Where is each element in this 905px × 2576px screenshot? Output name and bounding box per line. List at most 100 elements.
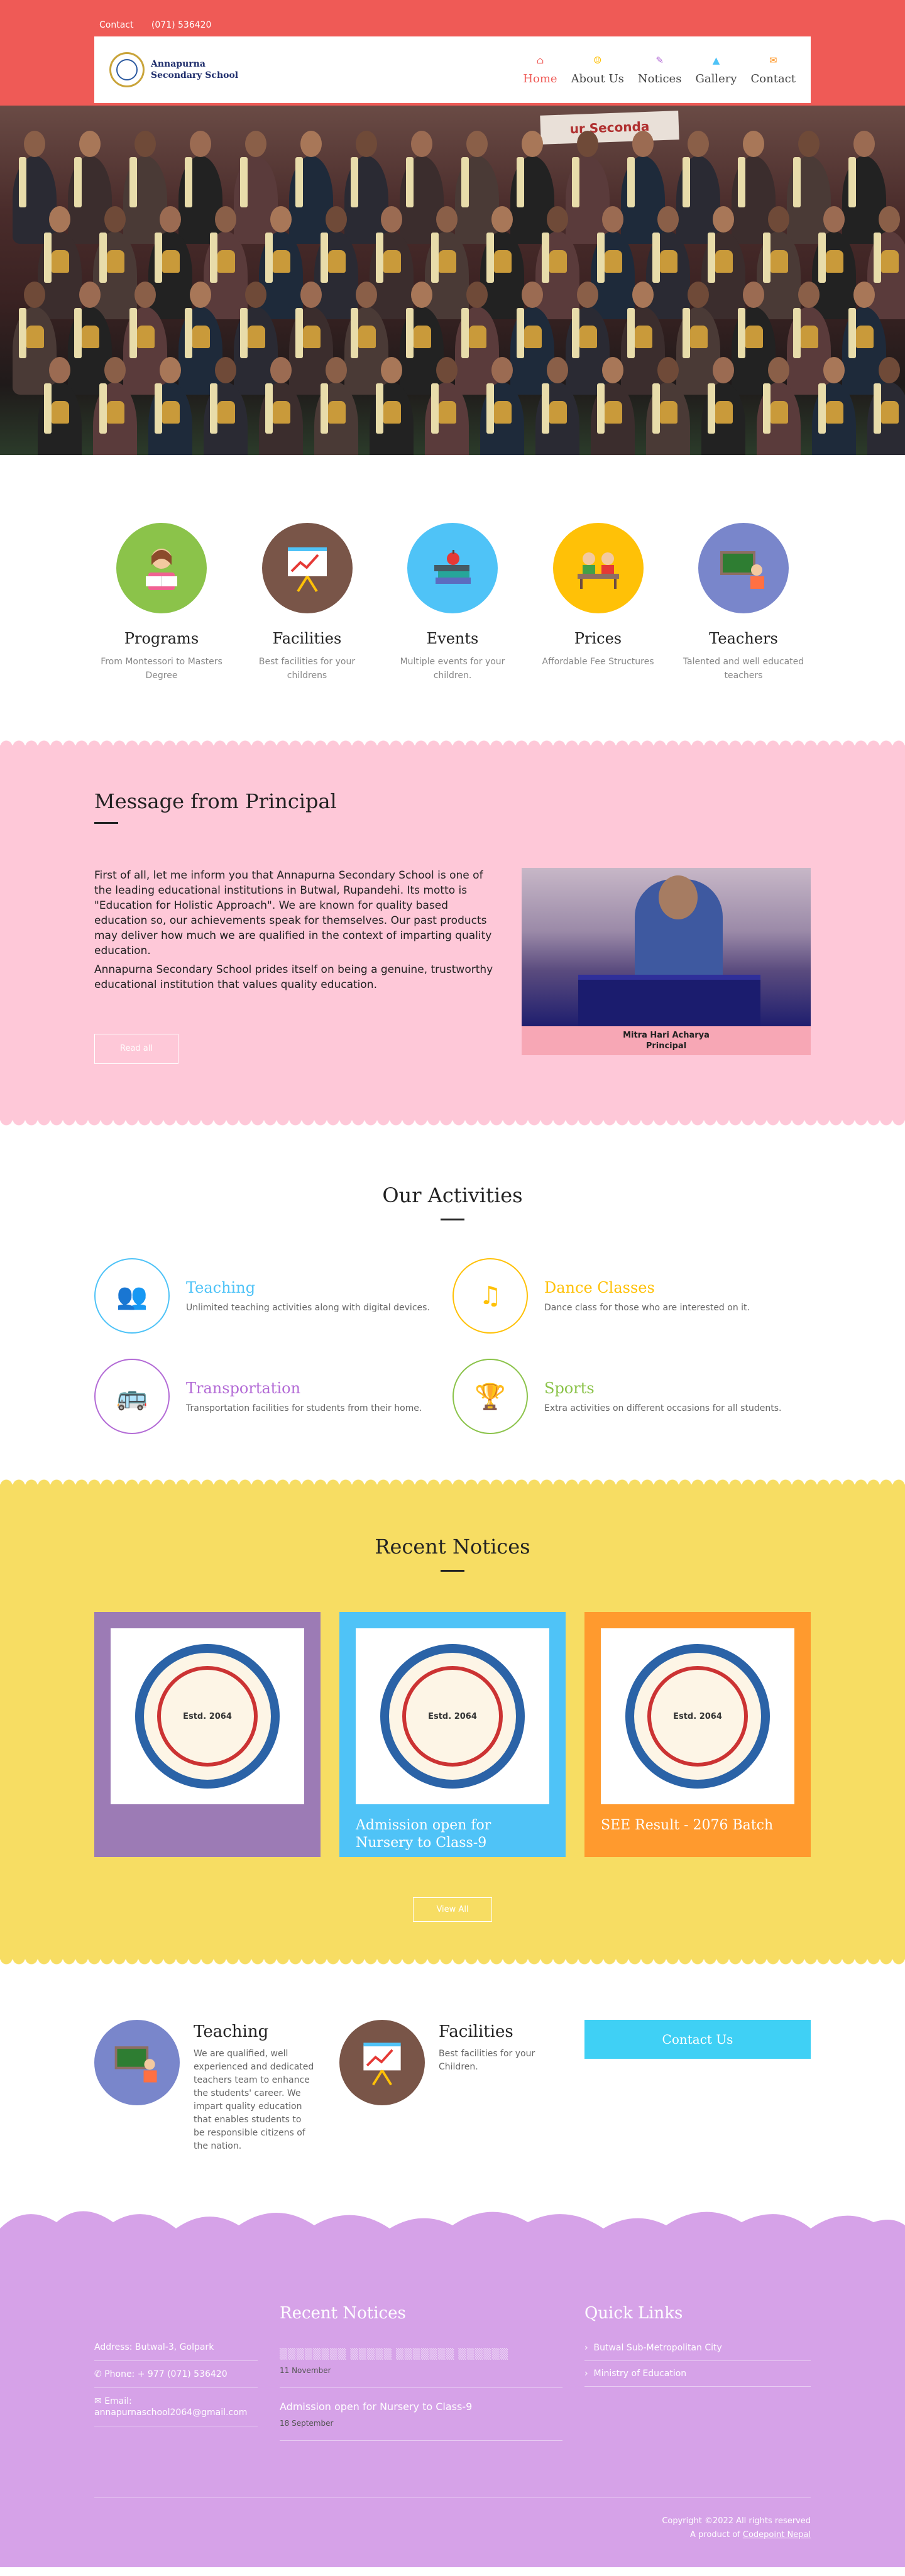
hero-crowd <box>0 106 905 455</box>
chart-board-icon <box>261 523 353 613</box>
principal-role: Principal <box>645 1041 687 1051</box>
codepoint-link[interactable]: Codepoint Nepal <box>743 2530 811 2540</box>
nav-home[interactable]: ⌂ Home <box>523 55 557 85</box>
envelope-icon: ✉ <box>769 54 777 66</box>
footer-notice-item[interactable]: ▒▒▒▒▒▒▒▒ ▒▒▒▒▒ ▒▒▒▒▒▒▒ ▒▒▒▒▒▒ 11 Novembe… <box>280 2335 562 2388</box>
activity-teaching[interactable]: 👥 Teaching Unlimited teaching activities… <box>94 1258 452 1334</box>
view-all-button[interactable]: View All <box>413 1897 492 1922</box>
cloud-border <box>0 2211 905 2254</box>
teacher-board-icon <box>698 523 789 613</box>
feature-title: Teachers <box>709 630 778 647</box>
activity-dance[interactable]: ♫ Dance Classes Dance class for those wh… <box>452 1258 811 1334</box>
reading-girl-icon <box>116 523 207 613</box>
activity-text: Transportation facilities for students f… <box>186 1403 422 1413</box>
activity-title: Dance Classes <box>544 1279 655 1296</box>
teacher-board-icon <box>94 2020 180 2105</box>
nav-about-us[interactable]: ☺ About Us <box>571 55 624 85</box>
read-all-button[interactable]: Read all <box>94 1034 178 1064</box>
chart-board-icon <box>339 2020 425 2105</box>
students-desk-icon <box>552 523 644 613</box>
principal-heading: Message from Principal <box>94 789 337 813</box>
nav-notices[interactable]: ✎ Notices <box>638 55 682 85</box>
notice-card[interactable]: Estd. 2064 <box>94 1612 321 1857</box>
edit-icon: ✎ <box>655 54 664 66</box>
footer-email[interactable]: ✉ Email: annapurnaschool2064@gmail.com <box>94 2388 258 2426</box>
feature-prices[interactable]: Prices Affordable Fee Structures <box>531 523 666 682</box>
chevron-right-icon: › <box>584 2343 594 2353</box>
feature-text: Affordable Fee Structures <box>542 657 654 667</box>
footer-notice-item[interactable]: Admission open for Nursery to Class-9 18… <box>280 2388 562 2441</box>
principal-para-2: Annapurna Secondary School prides itself… <box>94 963 493 991</box>
principal-section: Message from Principal First of all, let… <box>0 738 905 1128</box>
notices-heading: Recent Notices <box>375 1535 530 1559</box>
principal-para-1: First of all, let me inform you that Ann… <box>94 869 492 957</box>
activities-heading: Our Activities <box>382 1183 523 1207</box>
quick-link[interactable]: › Ministry of Education <box>584 2361 811 2387</box>
feature-events[interactable]: Events Multiple events for your children… <box>385 523 520 682</box>
feature-facilities[interactable]: Facilities Best facilities for your chil… <box>240 523 375 682</box>
school-seal-image: Estd. 2064 <box>601 1628 794 1804</box>
envelope-icon: ✉ <box>94 2396 105 2406</box>
nav-gallery[interactable]: ▲ Gallery <box>695 55 737 85</box>
bus-icon: 🚌 <box>94 1359 170 1434</box>
contact-us-button[interactable]: Contact Us <box>584 2020 811 2059</box>
info-facilities: Facilities Best facilities for your Chil… <box>339 2020 559 2105</box>
feature-programs[interactable]: Programs From Montessori to Masters Degr… <box>94 523 229 682</box>
brand-name: Annapurna Secondary School <box>151 59 239 80</box>
books-apple-icon <box>407 523 498 613</box>
notice-card[interactable]: Estd. 2064 Admission open for Nursery to… <box>339 1612 566 1857</box>
footer-contact: Address: Butwal-3, Golpark ✆ Phone: + 97… <box>94 2304 258 2441</box>
notice-title: SEE Result - 2076 Batch <box>601 1817 774 1833</box>
feature-text: Talented and well educated teachers <box>683 657 804 681</box>
principal-photo-card: Mitra Hari Acharya Principal <box>522 868 811 1064</box>
notice-title: Admission open for Nursery to Class-9 <box>356 1817 491 1851</box>
users-icon: ☺ <box>593 54 602 66</box>
trophy-icon: 🏆 <box>452 1359 528 1434</box>
phone-icon: ✆ <box>94 2369 105 2379</box>
feature-text: Multiple events for your children. <box>400 657 505 681</box>
top-bar: Contact (071) 536420 Annapurna Secondary… <box>0 0 905 106</box>
nav-contact[interactable]: ✉ Contact <box>751 55 796 85</box>
feature-teachers[interactable]: Teachers Talented and well educated teac… <box>676 523 811 682</box>
activity-title: Teaching <box>186 1279 256 1296</box>
footer-phone[interactable]: ✆ Phone: + 977 (071) 536420 <box>94 2361 258 2388</box>
contact-phone[interactable]: (071) 536420 <box>151 20 212 30</box>
principal-name: Mitra Hari Acharya <box>623 1031 710 1040</box>
activities-section: Our Activities 👥 Teaching Unlimited teac… <box>0 1121 905 1484</box>
notice-card[interactable]: Estd. 2064 SEE Result - 2076 Batch <box>584 1612 811 1857</box>
activity-text: Extra activities on different occasions … <box>544 1403 782 1413</box>
activity-title: Transportation <box>186 1379 301 1397</box>
principal-photo <box>522 868 811 1026</box>
activity-text: Unlimited teaching activities along with… <box>186 1303 430 1313</box>
school-seal-logo <box>109 52 145 87</box>
hero-group-photo: ur Seconda <box>0 106 905 455</box>
features-section: Programs From Montessori to Masters Degr… <box>0 455 905 745</box>
footer: Address: Butwal-3, Golpark ✆ Phone: + 97… <box>0 2211 905 2567</box>
footer-notice-title: ▒▒▒▒▒▒▒▒ ▒▒▒▒▒ ▒▒▒▒▒▒▒ ▒▒▒▒▒▒ <box>280 2348 509 2360</box>
feature-text: Best facilities for your childrens <box>258 657 356 681</box>
footer-address: Address: Butwal-3, Golpark <box>94 2334 258 2361</box>
school-seal-image: Estd. 2064 <box>356 1628 549 1804</box>
info-title: Facilities <box>439 2022 513 2041</box>
brand-logo-link[interactable]: Annapurna Secondary School <box>109 52 238 87</box>
info-teaching: Teaching We are qualified, well experien… <box>94 2020 314 2153</box>
principal-message: First of all, let me inform you that Ann… <box>94 868 503 1064</box>
activity-text: Dance class for those who are interested… <box>544 1303 750 1313</box>
info-text: We are qualified, well experienced and d… <box>194 2049 314 2151</box>
school-seal-image: Estd. 2064 <box>111 1628 304 1804</box>
chevron-right-icon: › <box>584 2369 594 2379</box>
activity-sports[interactable]: 🏆 Sports Extra activities on different o… <box>452 1359 811 1434</box>
footer-notices: Recent Notices ▒▒▒▒▒▒▒▒ ▒▒▒▒▒ ▒▒▒▒▒▒▒ ▒▒… <box>280 2304 562 2441</box>
copyright: Copyright ©2022 All rights reserved A pr… <box>94 2497 811 2542</box>
footer-notice-date: 11 November <box>280 2366 331 2375</box>
notices-section: Recent Notices Estd. 2064 Estd. 2064 Adm… <box>0 1477 905 1967</box>
main-menu: ⌂ Home ☺ About Us ✎ Notices ▲ Gallery ✉ <box>523 55 796 85</box>
footer-quick-links: Quick Links › Butwal Sub-Metropolitan Ci… <box>584 2304 811 2441</box>
info-title: Teaching <box>194 2022 269 2041</box>
users-icon: 👥 <box>94 1258 170 1334</box>
feature-text: From Montessori to Masters Degree <box>101 657 222 681</box>
footer-notice-date: 18 September <box>280 2419 334 2428</box>
activity-transportation[interactable]: 🚌 Transportation Transportation faciliti… <box>94 1359 452 1434</box>
quick-link[interactable]: › Butwal Sub-Metropolitan City <box>584 2335 811 2361</box>
music-icon: ♫ <box>452 1258 528 1334</box>
